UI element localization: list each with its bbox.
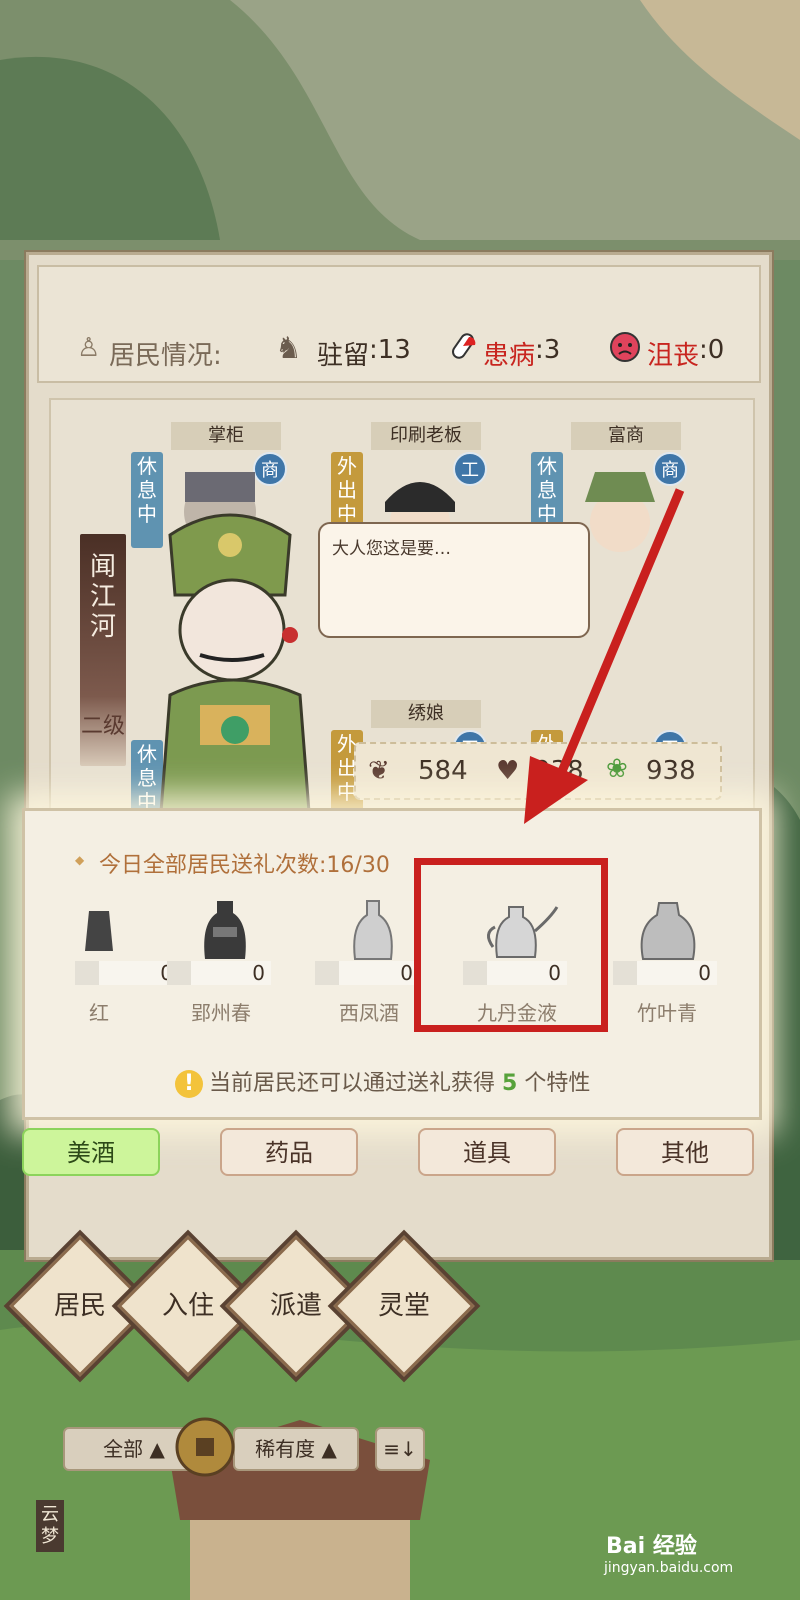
sort-button[interactable]: ≡↓ (375, 1427, 425, 1471)
wine-bottle-icon (353, 900, 393, 960)
trait-hint: ! 当前居民还可以通过送礼获得 5 个特性 (175, 1065, 590, 1098)
nav-checkin-label: 入住 (161, 1291, 214, 1321)
resident-name: 印刷老板 (371, 422, 481, 450)
watermark-url: jingyan.baidu.com (604, 1560, 734, 1576)
wine-jar-icon (204, 901, 246, 959)
tab-wine[interactable]: 美酒 (22, 1128, 160, 1176)
sort-icon: ≡↓ (383, 1437, 417, 1461)
trait-hint-suffix: 个特性 (524, 1071, 591, 1096)
tab-medicine[interactable]: 药品 (220, 1128, 358, 1176)
chevron-up-icon: ▲ (321, 1437, 337, 1461)
stay-label: 驻留 (317, 341, 370, 371)
resident-status-label: 居民情况: (109, 341, 222, 371)
tab-other[interactable]: 其他 (616, 1128, 754, 1176)
tab-items[interactable]: 道具 (418, 1128, 556, 1176)
gift-item[interactable]: 0 竹叶青 (607, 891, 727, 1025)
gift-count-header: 今日全部居民送礼次数:16/30 (99, 853, 390, 878)
gift-name: 郢州春 (191, 1001, 251, 1025)
heart-crack-icon: ❦ (368, 756, 390, 786)
filter-rarity-dropdown[interactable]: 稀有度 ▲ (233, 1427, 359, 1471)
nav-shrine-label: 灵堂 (377, 1291, 430, 1321)
stay-count: :13 (369, 335, 411, 365)
filter-rarity-label: 稀有度 (255, 1437, 316, 1461)
annotation-arrow (524, 488, 685, 824)
gift-name: 竹叶青 (637, 1001, 697, 1025)
watermark: Bai 经验 (606, 1534, 697, 1559)
selected-resident-portrait (158, 513, 312, 825)
selected-resident-banner: 闻江河 二级 (80, 534, 126, 766)
diamond-bullet-icon: ◆ (75, 853, 85, 867)
resident-name: 绣娘 (371, 700, 481, 728)
town-sign: 云梦 (36, 1500, 64, 1552)
gift-item[interactable]: 0 郢州春 (161, 891, 281, 1025)
wine-gourd-icon (640, 902, 696, 960)
selected-resident-name: 闻江河 (89, 552, 116, 642)
sad-face-icon (609, 331, 641, 363)
sick-count: :3 (535, 335, 561, 365)
chevron-up-icon: ▲ (149, 1437, 165, 1461)
gift-count: 0 (613, 961, 717, 985)
nav-residents-label: 居民 (53, 1291, 106, 1321)
trait-hint-count: 5 (502, 1071, 518, 1096)
speech-text: 大人您这是要… (332, 539, 451, 559)
sick-label: 患病 (483, 341, 536, 371)
sad-count: :0 (699, 335, 725, 365)
wine-jar-icon (85, 911, 113, 951)
filter-all-label: 全部 (103, 1437, 144, 1461)
gift-count: 0 (315, 961, 419, 985)
gift-count: 0 (167, 961, 271, 985)
resident-name: 富商 (571, 422, 681, 450)
gift-panel: ◆ 今日全部居民送礼次数:16/30 0 红 0 郢州春 0 西凤酒 0 九丹金… (22, 808, 762, 1120)
gift-item[interactable]: 0 西凤酒 (309, 891, 429, 1025)
resident-icon: ♙ (77, 333, 101, 363)
highlight-box (414, 858, 608, 1032)
selected-resident-level: 二级 (80, 714, 125, 739)
trait-hint-text: 当前居民还可以通过送礼获得 (209, 1071, 496, 1096)
resident-name: 掌柜 (171, 422, 281, 450)
coin-icon[interactable] (172, 1414, 238, 1480)
gift-name: 西凤酒 (339, 1001, 399, 1025)
pill-icon (449, 331, 477, 361)
warning-icon: ! (175, 1070, 203, 1098)
stat-value: 584 (418, 756, 468, 786)
horse-icon: ♞ (275, 331, 302, 366)
nav-dispatch-label: 派遣 (269, 1291, 322, 1321)
sad-label: 沮丧 (647, 341, 700, 371)
resident-status-bar: ♙ 居民情况: ♞ 驻留 :13 患病 :3 沮丧 :0 (37, 265, 761, 383)
